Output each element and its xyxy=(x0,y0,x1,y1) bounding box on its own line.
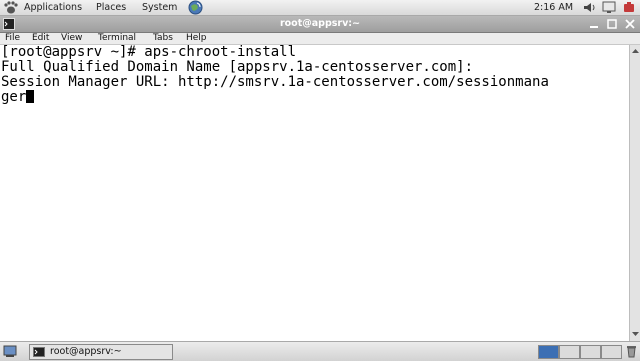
web-browser-icon[interactable] xyxy=(188,0,203,15)
taskbar-button-terminal[interactable]: root@appsrv:~ xyxy=(29,344,173,360)
menu-file[interactable]: File xyxy=(5,32,20,44)
system-menu[interactable]: System xyxy=(142,1,177,14)
window-titlebar[interactable]: root@appsrv:~ xyxy=(0,16,640,33)
terminal-icon xyxy=(33,347,45,357)
terminal-scrollbar[interactable] xyxy=(629,45,640,341)
terminal-line-continuation-text: ger xyxy=(1,89,27,105)
applications-menu[interactable]: Applications xyxy=(24,1,82,14)
terminal-line-prompt: [root@appsrv ~]# aps-chroot-install xyxy=(1,44,297,60)
top-panel: Applications Places System 2:16 AM xyxy=(0,0,640,16)
speaker-icon[interactable] xyxy=(582,1,596,14)
clock[interactable]: 2:16 AM xyxy=(534,1,573,14)
terminal-line-session-url: Session Manager URL: http://smsrv.1a-cen… xyxy=(1,74,549,90)
gnome-foot-icon[interactable] xyxy=(3,1,19,14)
menu-view[interactable]: View xyxy=(61,32,82,44)
scroll-down-icon[interactable] xyxy=(631,329,640,338)
maximize-icon[interactable] xyxy=(606,18,618,30)
terminal-screen[interactable]: [root@appsrv ~]# aps-chroot-install Full… xyxy=(0,45,629,341)
scroll-up-icon[interactable] xyxy=(631,47,640,56)
workspace-3[interactable] xyxy=(580,345,601,359)
workspace-1[interactable] xyxy=(538,345,559,359)
menu-tabs[interactable]: Tabs xyxy=(153,32,173,44)
menu-terminal[interactable]: Terminal xyxy=(98,32,136,44)
workspace-2[interactable] xyxy=(559,345,580,359)
power-icon[interactable] xyxy=(622,1,636,14)
show-desktop-icon[interactable] xyxy=(3,345,17,358)
taskbar-button-label: root@appsrv:~ xyxy=(50,346,122,357)
terminal-line-continuation: ger xyxy=(1,89,35,105)
workspace-4[interactable] xyxy=(601,345,622,359)
places-menu[interactable]: Places xyxy=(96,1,126,14)
terminal-line-fqdn: Full Qualified Domain Name [appsrv.1a-ce… xyxy=(1,59,474,75)
menu-edit[interactable]: Edit xyxy=(32,32,49,44)
system-monitor-icon[interactable] xyxy=(602,1,616,14)
minimize-icon[interactable] xyxy=(588,18,600,30)
menu-help[interactable]: Help xyxy=(186,32,207,44)
window-title: root@appsrv:~ xyxy=(279,18,361,29)
bottom-panel: root@appsrv:~ xyxy=(0,341,640,361)
text-cursor xyxy=(26,90,35,103)
trash-icon[interactable] xyxy=(626,344,637,358)
close-icon[interactable] xyxy=(624,18,636,30)
